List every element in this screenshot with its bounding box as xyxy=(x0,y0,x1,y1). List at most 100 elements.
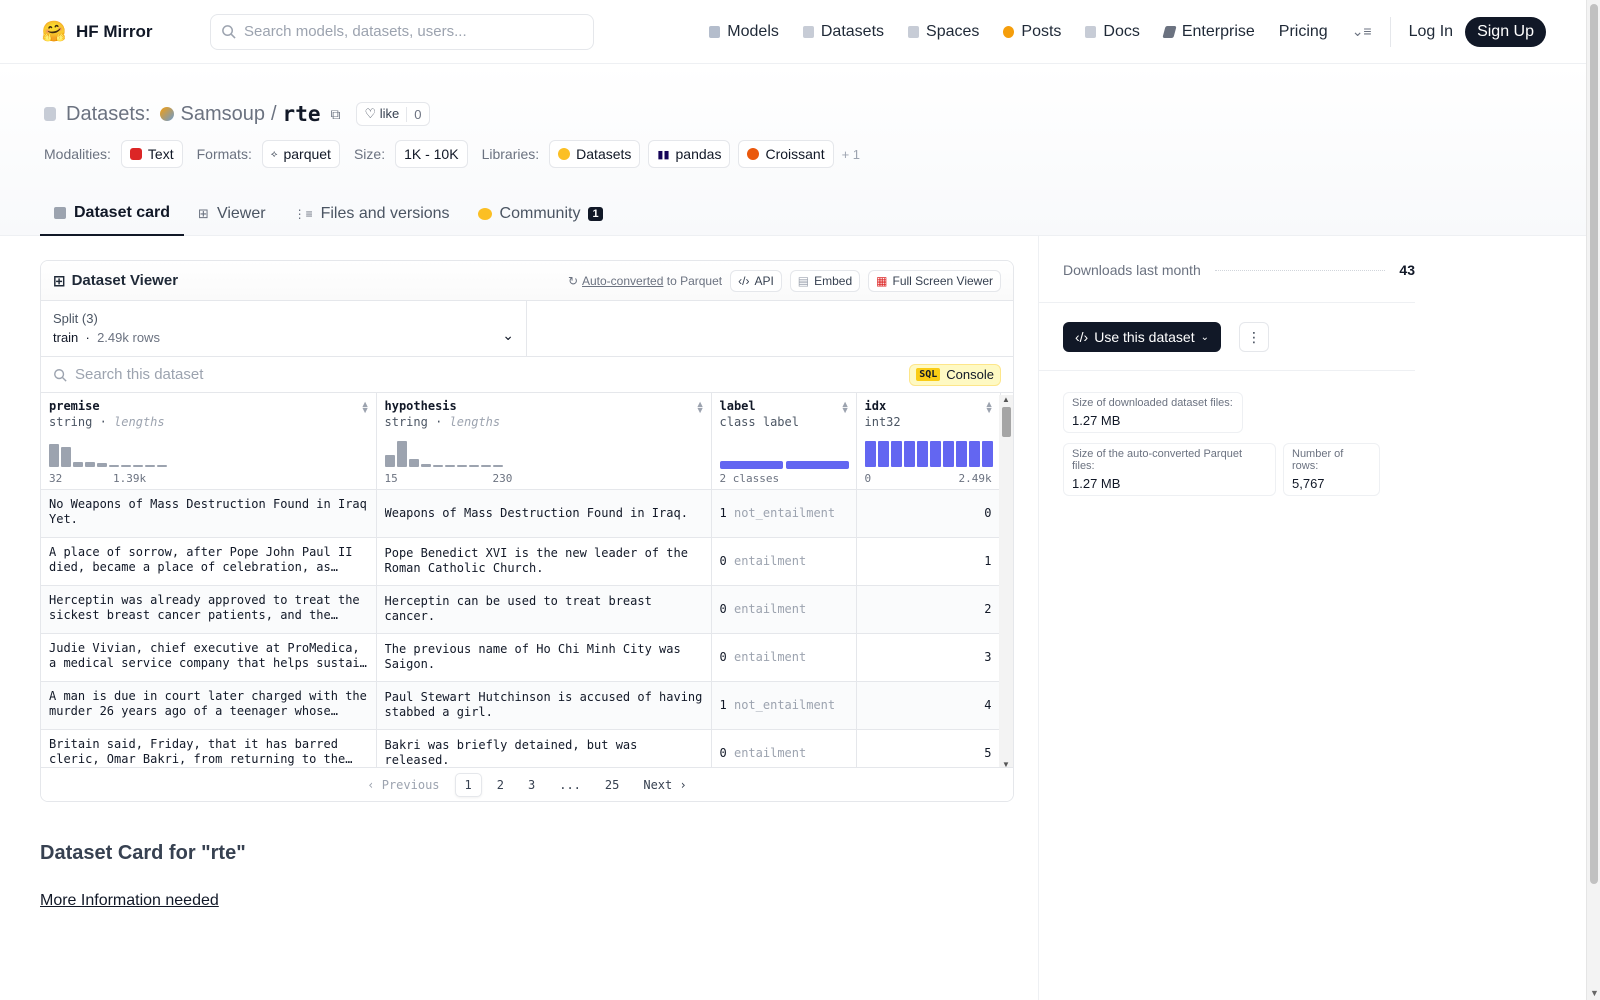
cell-hypothesis[interactable]: The previous name of Ho Chi Minh City wa… xyxy=(376,633,712,682)
premise-histogram[interactable] xyxy=(49,441,167,467)
cell-premise[interactable]: Herceptin was already approved to treat … xyxy=(41,585,377,634)
tab-files[interactable]: ⋮≡ Files and versions xyxy=(280,192,464,236)
auto-converted-link[interactable]: Auto-converted xyxy=(582,274,663,288)
cell-label[interactable]: 0 entailment xyxy=(711,633,857,682)
histogram-bar[interactable] xyxy=(49,444,59,467)
tag-pandas[interactable]: ▮▮ pandas xyxy=(648,140,731,168)
histogram-bar[interactable] xyxy=(492,465,503,467)
embed-button[interactable]: ▤ Embed xyxy=(789,269,861,292)
nav-spaces[interactable]: Spaces xyxy=(896,14,991,50)
cell-idx[interactable]: 1 xyxy=(856,537,1001,586)
like-button[interactable]: ♡ like 0 xyxy=(356,102,430,126)
cell-idx[interactable]: 3 xyxy=(856,633,1001,682)
cell-label[interactable]: 0 entailment xyxy=(711,585,857,634)
page-scroll-thumb[interactable] xyxy=(1590,4,1598,884)
nav-enterprise[interactable]: Enterprise xyxy=(1152,14,1267,50)
repo-kind[interactable]: Datasets: xyxy=(66,103,150,126)
tag-text[interactable]: Text xyxy=(120,140,183,168)
scroll-down-icon[interactable]: ▼ xyxy=(1590,988,1599,998)
histogram-bar[interactable] xyxy=(955,441,967,467)
more-libraries[interactable]: + 1 xyxy=(842,147,860,162)
histogram-bar[interactable] xyxy=(384,455,395,467)
histogram-bar[interactable] xyxy=(456,465,467,467)
label-class-bar[interactable] xyxy=(719,461,849,469)
more-options-button[interactable]: ⋮ xyxy=(1239,322,1269,352)
tag-datasets-lib[interactable]: Datasets xyxy=(549,140,641,168)
table-row[interactable]: Herceptin was already approved to treat … xyxy=(41,585,1001,634)
class-bar[interactable] xyxy=(785,461,849,469)
logo[interactable]: 🤗 HF Mirror xyxy=(40,18,170,46)
cell-idx[interactable]: 0 xyxy=(856,489,1001,538)
cell-premise[interactable]: Judie Vivian, chief executive at ProMedi… xyxy=(41,633,377,682)
nav-models[interactable]: Models xyxy=(697,14,791,50)
table-row[interactable]: A man is due in court later charged with… xyxy=(41,681,1001,730)
histogram-bar[interactable] xyxy=(85,462,95,467)
page-2[interactable]: 2 xyxy=(488,774,513,796)
cell-hypothesis[interactable]: Paul Stewart Hutchinson is accused of ha… xyxy=(376,681,712,730)
cell-label[interactable]: 0 entailment xyxy=(711,537,857,586)
cell-idx[interactable]: 2 xyxy=(856,585,1001,634)
column-header-premise[interactable]: premise string · lengths ▲ ▼ 32 1.39k xyxy=(41,393,377,490)
cell-premise[interactable]: A man is due in court later charged with… xyxy=(41,681,377,730)
scroll-up-icon[interactable]: ▲ xyxy=(1002,395,1010,404)
histogram-bar[interactable] xyxy=(97,463,107,467)
sort-icon[interactable]: ▲ ▼ xyxy=(985,400,994,415)
histogram-bar[interactable] xyxy=(942,441,954,467)
histogram-bar[interactable] xyxy=(981,441,993,467)
page-25[interactable]: 25 xyxy=(596,774,628,796)
use-dataset-button[interactable]: ‹/› Use this dataset ⌄ xyxy=(1063,322,1221,352)
tab-viewer[interactable]: ⊞ Viewer xyxy=(184,192,280,236)
sort-icon[interactable]: ▲ ▼ xyxy=(696,400,705,415)
fullscreen-button[interactable]: ▦ Full Screen Viewer xyxy=(868,269,1001,292)
histogram-bar[interactable] xyxy=(408,459,419,467)
table-row[interactable]: Judie Vivian, chief executive at ProMedi… xyxy=(41,633,1001,682)
histogram-bar[interactable] xyxy=(903,441,915,467)
nav-docs[interactable]: Docs xyxy=(1073,14,1151,50)
tab-dataset-card[interactable]: Dataset card xyxy=(40,192,185,236)
page-3[interactable]: 3 xyxy=(519,774,544,796)
table-row[interactable]: No Weapons of Mass Destruction Found in … xyxy=(41,489,1001,538)
table-scroll-thumb[interactable] xyxy=(1002,407,1011,437)
histogram-bar[interactable] xyxy=(929,441,941,467)
copy-icon[interactable]: ⧉ xyxy=(330,106,340,123)
repo-owner[interactable]: Samsoup xyxy=(180,103,265,126)
histogram-bar[interactable] xyxy=(420,464,431,467)
histogram-bar[interactable] xyxy=(396,441,407,467)
nav-more-menu[interactable]: ⌄≡ xyxy=(1340,14,1384,50)
sql-console-button[interactable]: SQL Console xyxy=(909,363,1001,386)
histogram-bar[interactable] xyxy=(968,441,980,467)
histogram-bar[interactable] xyxy=(61,447,71,467)
histogram-bar[interactable] xyxy=(133,465,143,467)
sort-icon[interactable]: ▲ ▼ xyxy=(841,400,850,415)
histogram-bar[interactable] xyxy=(480,465,491,467)
histogram-bar[interactable] xyxy=(157,465,167,467)
cell-hypothesis[interactable]: Herceptin can be used to treat breast ca… xyxy=(376,585,712,634)
histogram-bar[interactable] xyxy=(121,465,131,467)
next-page-button[interactable]: Next › xyxy=(634,774,695,796)
global-search[interactable] xyxy=(210,13,594,50)
histogram-bar[interactable] xyxy=(109,465,119,467)
histogram-bar[interactable] xyxy=(432,465,443,467)
table-scrollbar[interactable]: ▲ ▼ xyxy=(999,395,1013,769)
column-header-hypothesis[interactable]: hypothesis string · lengths ▲ ▼ 15 230 xyxy=(376,393,712,490)
cell-idx[interactable]: 4 xyxy=(856,681,1001,730)
tag-parquet[interactable]: ⟡ parquet xyxy=(261,140,340,168)
histogram-bar[interactable] xyxy=(877,441,889,467)
page-scrollbar[interactable]: ▼ xyxy=(1586,0,1600,1000)
repo-name[interactable]: rte xyxy=(283,102,321,126)
nav-pricing[interactable]: Pricing xyxy=(1267,14,1340,50)
histogram-bar[interactable] xyxy=(73,462,83,467)
dataset-search[interactable]: SQL Console xyxy=(41,357,1013,393)
histogram-bar[interactable] xyxy=(916,441,928,467)
prev-page-button[interactable]: ‹ Previous xyxy=(358,774,448,796)
cell-premise[interactable]: No Weapons of Mass Destruction Found in … xyxy=(41,489,377,538)
idx-histogram[interactable] xyxy=(864,441,993,467)
hypothesis-histogram[interactable] xyxy=(384,441,503,467)
table-row[interactable]: A place of sorrow, after Pope John Paul … xyxy=(41,537,1001,586)
sort-icon[interactable]: ▲ ▼ xyxy=(361,400,370,415)
histogram-bar[interactable] xyxy=(890,441,902,467)
cell-label[interactable]: 1 not_entailment xyxy=(711,489,857,538)
cell-premise[interactable]: A place of sorrow, after Pope John Paul … xyxy=(41,537,377,586)
tag-size[interactable]: 1K - 10K xyxy=(395,140,468,168)
histogram-bar[interactable] xyxy=(145,465,155,467)
